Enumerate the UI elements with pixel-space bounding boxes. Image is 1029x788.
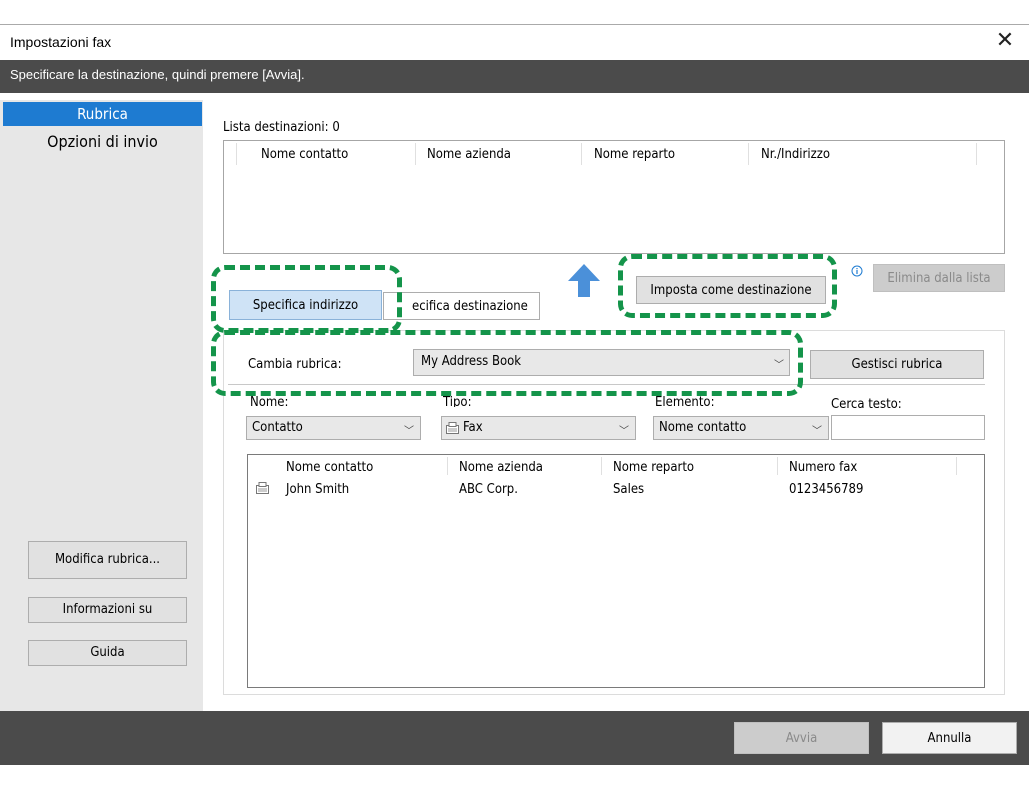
destination-list[interactable]: Nome contatto Nome azienda Nome reparto …: [223, 140, 1005, 254]
contacts-col-name[interactable]: Nome contatto: [286, 460, 373, 475]
highlight-specify-address: [211, 265, 402, 333]
fax-icon: [256, 482, 269, 498]
cancel-button[interactable]: Annulla: [882, 722, 1017, 754]
type-filter-value: Fax: [463, 420, 483, 435]
highlight-addressbook: [211, 330, 803, 396]
dest-col-address[interactable]: Nr./Indirizzo: [761, 147, 830, 162]
bottom-bar: [0, 711, 1029, 765]
contact-department: Sales: [613, 482, 645, 497]
contacts-col-department[interactable]: Nome reparto: [613, 460, 694, 475]
chevron-down-icon: ﹀: [812, 426, 822, 437]
table-row[interactable]: John Smith ABC Corp. Sales 0123456789: [250, 479, 982, 499]
name-filter-select[interactable]: Contatto ﹀: [246, 416, 421, 440]
type-filter-select[interactable]: Fax ﹀: [441, 416, 636, 440]
window-title: Impostazioni fax: [10, 34, 112, 50]
edit-addressbook-button[interactable]: Modifica rubrica...: [28, 541, 187, 579]
chevron-down-icon: ﹀: [619, 426, 629, 437]
nav-item-rubrica[interactable]: Rubrica: [3, 102, 202, 126]
element-filter-value: Nome contatto: [659, 420, 747, 435]
nav-item-opzioni-invio[interactable]: Opzioni di invio: [3, 130, 202, 154]
contact-name: John Smith: [286, 482, 350, 497]
help-button[interactable]: Guida: [28, 640, 187, 666]
tab-specify-destination-label: ecifica destinazione: [412, 299, 528, 314]
manage-addressbook-button[interactable]: Gestisci rubrica: [810, 350, 984, 379]
destination-list-label: Lista destinazioni: 0: [223, 120, 340, 135]
instruction-bar: Specificare la destinazione, quindi prem…: [0, 60, 1029, 93]
contacts-list[interactable]: Nome contatto Nome azienda Nome reparto …: [247, 454, 985, 688]
start-button[interactable]: Avvia: [734, 722, 869, 754]
close-icon[interactable]: ✕: [990, 29, 1020, 55]
remove-from-list-button[interactable]: Elimina dalla lista: [873, 264, 1005, 292]
name-filter-value: Contatto: [252, 420, 303, 435]
chevron-down-icon: ﹀: [404, 426, 414, 437]
element-filter-select[interactable]: Nome contatto ﹀: [653, 416, 829, 440]
info-icon: [851, 265, 863, 277]
contact-fax: 0123456789: [789, 482, 864, 497]
contacts-col-fax[interactable]: Numero fax: [789, 460, 857, 475]
contacts-col-company[interactable]: Nome azienda: [459, 460, 543, 475]
search-text-label: Cerca testo:: [831, 397, 902, 412]
dest-col-company[interactable]: Nome azienda: [427, 147, 511, 162]
arrow-up-icon[interactable]: [567, 262, 601, 298]
fax-icon: [446, 422, 459, 438]
tab-specify-destination[interactable]: ecifica destinazione: [383, 292, 540, 320]
contact-company: ABC Corp.: [459, 482, 518, 497]
search-text-input[interactable]: [831, 415, 985, 440]
title-bar: Impostazioni fax ✕: [0, 24, 1029, 60]
info-button[interactable]: Informazioni su: [28, 597, 187, 623]
highlight-set-destination: [618, 254, 837, 318]
dest-col-name[interactable]: Nome contatto: [261, 147, 348, 162]
dest-col-department[interactable]: Nome reparto: [594, 147, 675, 162]
